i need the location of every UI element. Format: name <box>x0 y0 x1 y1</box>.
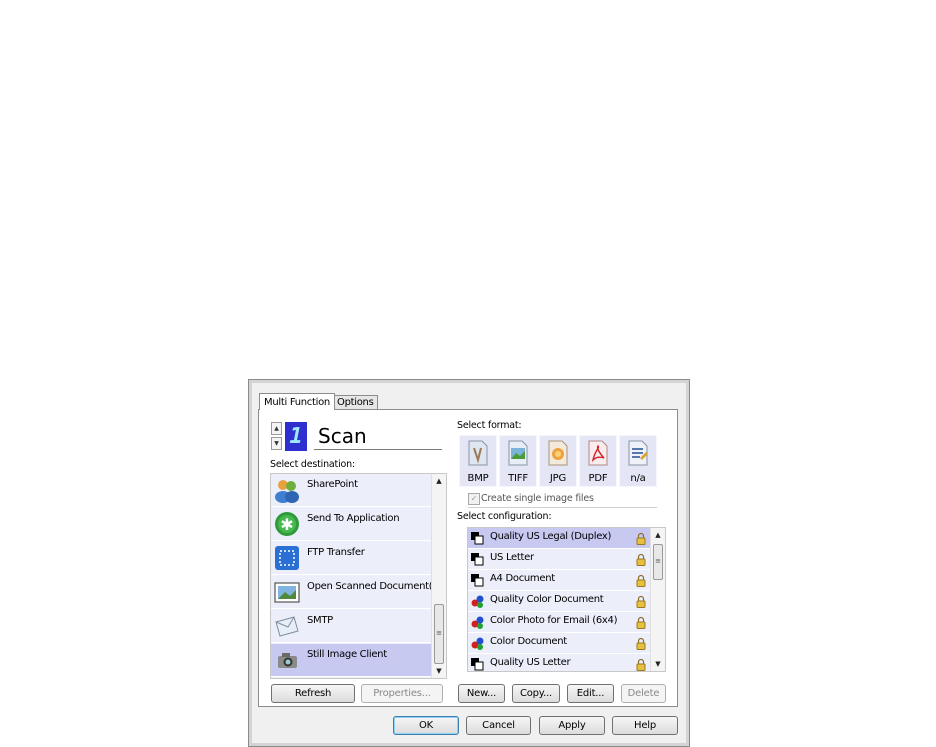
lock-icon <box>636 637 646 650</box>
refresh-button[interactable]: Refresh <box>271 684 355 703</box>
profile-spinner[interactable]: ▲ ▼ <box>271 422 282 450</box>
destination-label: SharePoint <box>307 479 358 490</box>
multi-function-dialog: Multi Function Options ▲ ▼ 1 Scan Select… <box>248 379 690 747</box>
configuration-label: Quality Color Document <box>490 594 604 605</box>
text-document-icon <box>628 440 648 466</box>
destination-item-open-scanned-documents[interactable]: Open Scanned Document(s) <box>271 576 441 609</box>
spinner-up-button[interactable]: ▲ <box>271 422 282 435</box>
bw-document-icon <box>471 532 484 545</box>
format-pdf[interactable]: PDF <box>579 435 617 487</box>
destination-item-still-image-client[interactable]: Still Image Client <box>271 644 432 677</box>
edit-configuration-button[interactable]: Edit... <box>567 684 614 703</box>
send-to-application-icon: ✱ <box>275 512 299 536</box>
tiff-file-icon <box>508 440 528 466</box>
format-label: TIFF <box>508 473 528 484</box>
select-format-label: Select format: <box>457 420 522 431</box>
destination-label: SMTP <box>307 615 333 626</box>
configuration-item[interactable]: US Letter <box>468 549 651 570</box>
destination-label: FTP Transfer <box>307 547 365 558</box>
profile-counter-display: 1 <box>285 422 307 451</box>
color-document-icon <box>471 595 484 608</box>
destination-label: Open Scanned Document(s) <box>307 581 441 592</box>
scroll-down-icon[interactable]: ▼ <box>651 657 665 671</box>
scroll-up-icon[interactable]: ▲ <box>432 474 446 488</box>
bw-document-icon <box>471 658 484 671</box>
color-document-icon <box>471 637 484 650</box>
cancel-button[interactable]: Cancel <box>466 716 531 735</box>
lock-icon <box>636 574 646 587</box>
format-label: JPG <box>549 473 567 484</box>
format-label: n/a <box>630 473 646 484</box>
format-label: BMP <box>467 473 489 484</box>
destination-item-ftp-transfer[interactable]: FTP Transfer <box>271 542 432 575</box>
spinner-down-button[interactable]: ▼ <box>271 437 282 450</box>
configuration-list[interactable]: Quality US Legal (Duplex) US Letter A4 D… <box>467 527 666 672</box>
scroll-down-icon[interactable]: ▼ <box>432 664 446 678</box>
svg-text:✱: ✱ <box>280 515 293 534</box>
scroll-thumb[interactable]: ≡ <box>653 544 663 580</box>
format-bmp[interactable]: BMP <box>459 435 497 487</box>
new-configuration-button[interactable]: New... <box>458 684 505 703</box>
lock-icon <box>636 553 646 566</box>
ok-button[interactable]: OK <box>393 716 459 735</box>
configuration-item[interactable]: Quality US Letter <box>468 654 651 671</box>
copy-configuration-button[interactable]: Copy... <box>512 684 560 703</box>
select-configuration-label: Select configuration: <box>457 511 552 522</box>
multi-function-panel: ▲ ▼ 1 Scan Select destination: SharePoin… <box>258 409 678 707</box>
bmp-file-icon <box>468 440 488 466</box>
configuration-label: Color Document <box>490 636 567 647</box>
bw-document-icon <box>471 553 484 566</box>
configuration-label: Quality US Letter <box>490 657 571 668</box>
destination-item-smtp[interactable]: SMTP <box>271 610 432 643</box>
jpg-file-icon <box>548 440 568 466</box>
configuration-label: US Letter <box>490 552 534 563</box>
format-tiff[interactable]: TIFF <box>499 435 537 487</box>
lock-icon <box>636 595 646 608</box>
ftp-transfer-icon <box>275 546 299 570</box>
destination-label: Send To Application <box>307 513 400 524</box>
smtp-envelope-icon <box>275 616 299 637</box>
destination-list[interactable]: SharePoint ✱ Send To Application FTP Tra… <box>270 473 447 679</box>
pdf-file-icon <box>588 440 608 466</box>
profile-name: Scan <box>314 422 442 450</box>
format-jpg[interactable]: JPG <box>539 435 577 487</box>
configuration-item[interactable]: A4 Document <box>468 570 651 591</box>
scroll-up-icon[interactable]: ▲ <box>651 528 665 542</box>
lock-icon <box>636 616 646 629</box>
color-document-icon <box>471 616 484 629</box>
still-image-client-icon <box>278 653 297 668</box>
destination-scrollbar[interactable]: ▲ ≡ ▼ <box>431 474 446 678</box>
single-image-checkbox[interactable]: ✓ <box>468 493 480 505</box>
configuration-scrollbar[interactable]: ▲ ≡ ▼ <box>650 528 665 671</box>
scroll-thumb[interactable]: ≡ <box>434 604 444 664</box>
format-separator <box>468 507 657 508</box>
configuration-item[interactable]: Color Document <box>468 633 651 654</box>
format-na[interactable]: n/a <box>619 435 657 487</box>
configuration-label: Quality US Legal (Duplex) <box>490 531 612 542</box>
apply-button[interactable]: Apply <box>539 716 605 735</box>
destination-item-send-to-application[interactable]: ✱ Send To Application <box>271 508 432 541</box>
destination-item-sharepoint[interactable]: SharePoint <box>271 474 432 507</box>
help-button[interactable]: Help <box>612 716 678 735</box>
configuration-item[interactable]: Quality Color Document <box>468 591 651 612</box>
configuration-label: A4 Document <box>490 573 555 584</box>
format-label: PDF <box>588 473 608 484</box>
tab-multi-function[interactable]: Multi Function <box>259 393 335 410</box>
sharepoint-icon <box>275 480 299 503</box>
configuration-item[interactable]: Quality US Legal (Duplex) <box>468 528 651 549</box>
destination-label: Still Image Client <box>307 649 387 660</box>
lock-icon <box>636 658 646 671</box>
lock-icon <box>636 532 646 545</box>
bw-document-icon <box>471 574 484 587</box>
delete-configuration-button[interactable]: Delete <box>621 684 666 703</box>
select-destination-label: Select destination: <box>270 459 355 470</box>
configuration-item[interactable]: Color Photo for Email (6x4) <box>468 612 651 633</box>
single-image-label: Create single image files <box>481 493 594 504</box>
configuration-label: Color Photo for Email (6x4) <box>490 615 618 626</box>
tab-options[interactable]: Options <box>332 395 379 410</box>
properties-button[interactable]: Properties... <box>361 684 443 703</box>
open-document-icon <box>274 582 300 603</box>
